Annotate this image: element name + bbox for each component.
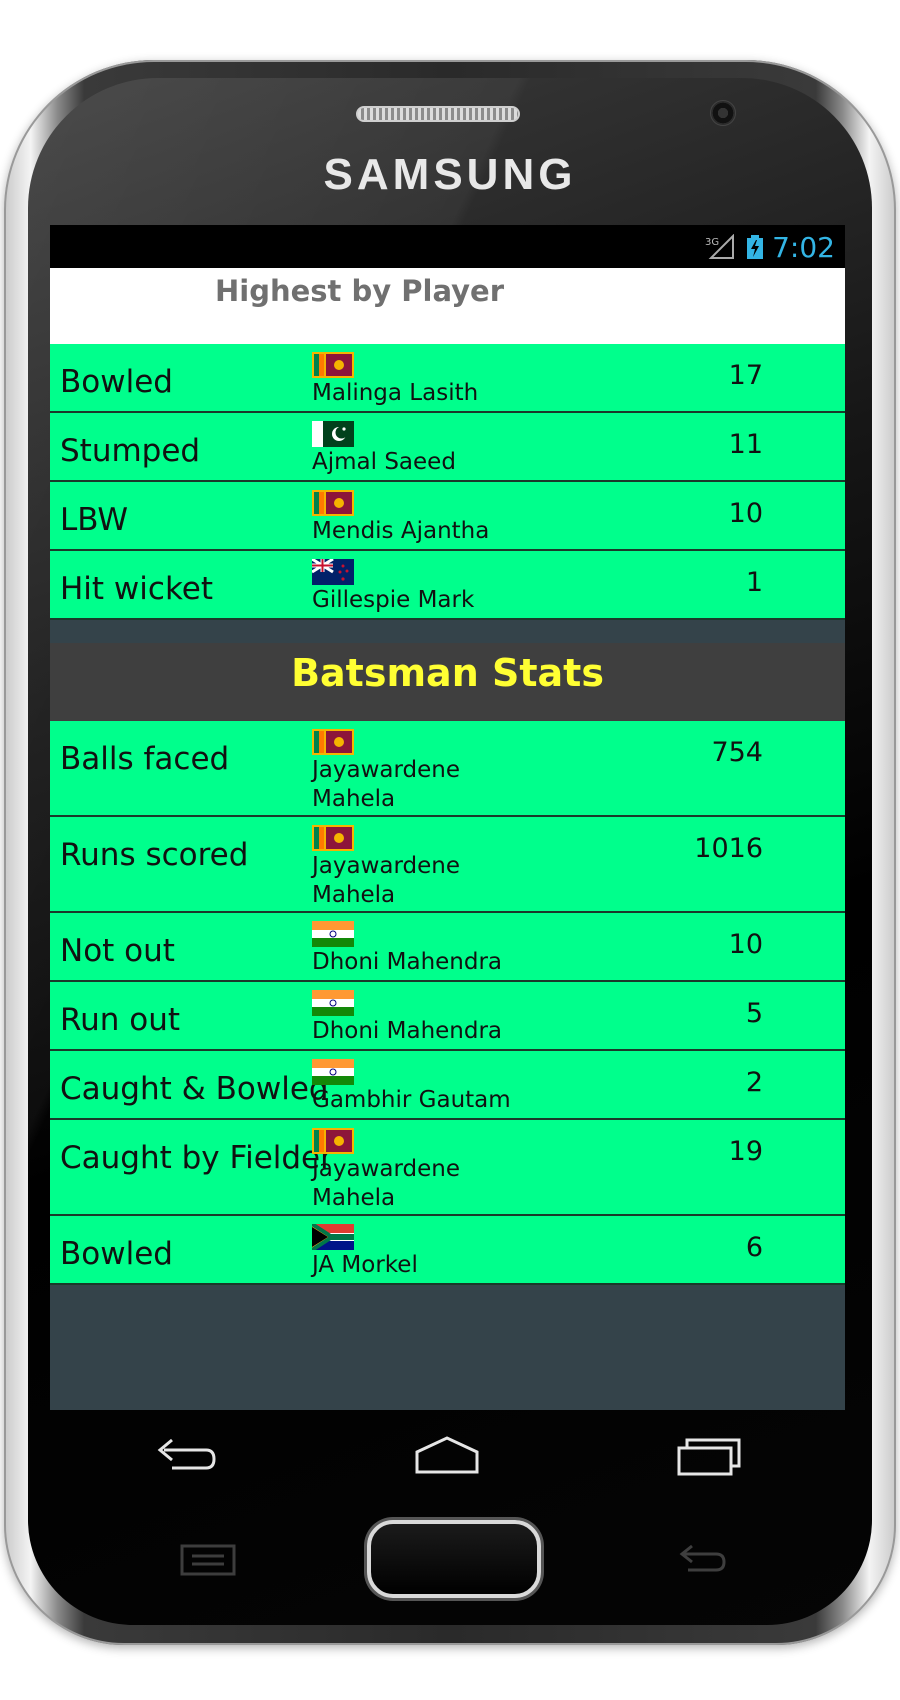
player-name: Jayawardene Mahela	[312, 757, 461, 812]
stat-row[interactable]: Runs scored Jayawardene Mahela 1016	[50, 817, 845, 913]
stat-category: Run out	[60, 1002, 181, 1038]
stat-category: Balls faced	[60, 741, 230, 777]
stat-row[interactable]: Caught by Fielder Jayawardene Mahela 19	[50, 1120, 845, 1216]
back-icon[interactable]	[150, 1432, 220, 1478]
stat-category: Caught & Bowled	[60, 1071, 329, 1107]
batsman-stats-list: Balls faced Jayawardene Mahela 754 Runs sco…	[50, 721, 845, 1285]
stat-value: 5	[745, 998, 763, 1029]
menu-key-icon[interactable]	[178, 1540, 238, 1580]
status-bar: 3G 7:02	[50, 225, 845, 268]
player-name: Malinga Lasith	[312, 380, 479, 406]
stat-value: 10	[728, 498, 763, 529]
stat-row[interactable]: Run out Dhoni Mahendra 5	[50, 982, 845, 1051]
bowler-stats-list: Bowled Malinga Lasith 17 Stumped Ajmal Saeed…	[50, 344, 845, 620]
player-cell: JA Morkel	[312, 1224, 532, 1280]
page-header: Highest by Player	[50, 268, 845, 344]
recent-apps-icon[interactable]	[675, 1432, 745, 1478]
stat-value: 11	[728, 429, 763, 460]
player-name: Gillespie Mark	[312, 587, 475, 613]
stat-row[interactable]: Bowled Malinga Lasith 17	[50, 344, 845, 413]
player-cell: Dhoni Mahendra	[312, 921, 532, 977]
stat-value: 6	[745, 1232, 763, 1263]
battery-charging-icon	[747, 235, 763, 259]
stat-value: 2	[745, 1067, 763, 1098]
brand-logo: SAMSUNG	[323, 150, 577, 199]
player-cell: Mendis Ajantha	[312, 490, 532, 546]
player-name: Mendis Ajantha	[312, 518, 490, 544]
stat-category: Hit wicket	[60, 571, 214, 607]
stat-row[interactable]: Hit wicket Gillespie Mark 1	[50, 551, 845, 620]
player-cell: Gillespie Mark	[312, 559, 532, 615]
sri-lanka-flag-icon	[312, 490, 354, 516]
stat-category: Bowled	[60, 1236, 173, 1272]
section-title: Batsman Stats	[291, 651, 604, 695]
stat-category: LBW	[60, 502, 129, 538]
stat-value: 10	[728, 929, 763, 960]
earpiece-speaker	[356, 106, 520, 122]
player-name: JA Morkel	[312, 1252, 418, 1278]
stat-value: 754	[711, 737, 763, 768]
sri-lanka-flag-icon	[312, 1128, 354, 1154]
player-cell: Malinga Lasith	[312, 352, 532, 408]
home-icon[interactable]	[412, 1432, 482, 1478]
page-title: Highest by Player	[215, 274, 505, 308]
player-cell: Jayawardene Mahela	[312, 1128, 532, 1213]
network-type: 3G	[705, 237, 719, 248]
player-cell: Ajmal Saeed	[312, 421, 532, 477]
player-name: Ajmal Saeed	[312, 449, 456, 475]
player-name: Dhoni Mahendra	[312, 949, 503, 975]
screen: 3G 7:02 Highest by Player Bowled Malinga …	[50, 225, 845, 1410]
stat-value: 1016	[694, 833, 763, 864]
home-hardware-button[interactable]	[367, 1520, 541, 1598]
stat-row[interactable]: LBW Mendis Ajantha 10	[50, 482, 845, 551]
stat-category: Runs scored	[60, 837, 249, 873]
player-name: Dhoni Mahendra	[312, 1018, 503, 1044]
india-flag-icon	[312, 921, 354, 947]
status-time: 7:02	[772, 231, 835, 264]
pakistan-flag-icon	[312, 421, 354, 447]
back-key-icon[interactable]	[672, 1540, 732, 1580]
stat-value: 1	[745, 567, 763, 598]
stat-category: Stumped	[60, 433, 201, 469]
india-flag-icon	[312, 990, 354, 1016]
stat-category: Not out	[60, 933, 175, 969]
batsman-section-header: Batsman Stats	[50, 643, 845, 721]
player-cell: Gambhir Gautam	[312, 1059, 532, 1115]
player-cell: Jayawardene Mahela	[312, 825, 532, 910]
front-camera	[710, 100, 736, 126]
stat-row[interactable]: Bowled JA Morkel 6	[50, 1216, 845, 1285]
sri-lanka-flag-icon	[312, 825, 354, 851]
player-name: Jayawardene Mahela	[312, 853, 461, 908]
india-flag-icon	[312, 1059, 354, 1085]
stat-row[interactable]: Not out Dhoni Mahendra 10	[50, 913, 845, 982]
stat-category: Caught by Fielder	[60, 1140, 333, 1176]
player-name: Jayawardene Mahela	[312, 1156, 461, 1211]
new-zealand-flag-icon	[312, 559, 354, 585]
stat-row[interactable]: Stumped Ajmal Saeed 11	[50, 413, 845, 482]
stat-category: Bowled	[60, 364, 173, 400]
stat-value: 17	[728, 360, 763, 391]
player-cell: Dhoni Mahendra	[312, 990, 532, 1046]
stat-row[interactable]: Caught & Bowled Gambhir Gautam 2	[50, 1051, 845, 1120]
sri-lanka-flag-icon	[312, 352, 354, 378]
player-cell: Jayawardene Mahela	[312, 729, 532, 814]
player-name: Gambhir Gautam	[312, 1087, 511, 1113]
south-africa-flag-icon	[312, 1224, 354, 1250]
navigation-bar	[50, 1410, 845, 1500]
sri-lanka-flag-icon	[312, 729, 354, 755]
stat-value: 19	[728, 1136, 763, 1167]
signal-icon: 3G	[705, 234, 734, 259]
stat-row[interactable]: Balls faced Jayawardene Mahela 754	[50, 721, 845, 817]
